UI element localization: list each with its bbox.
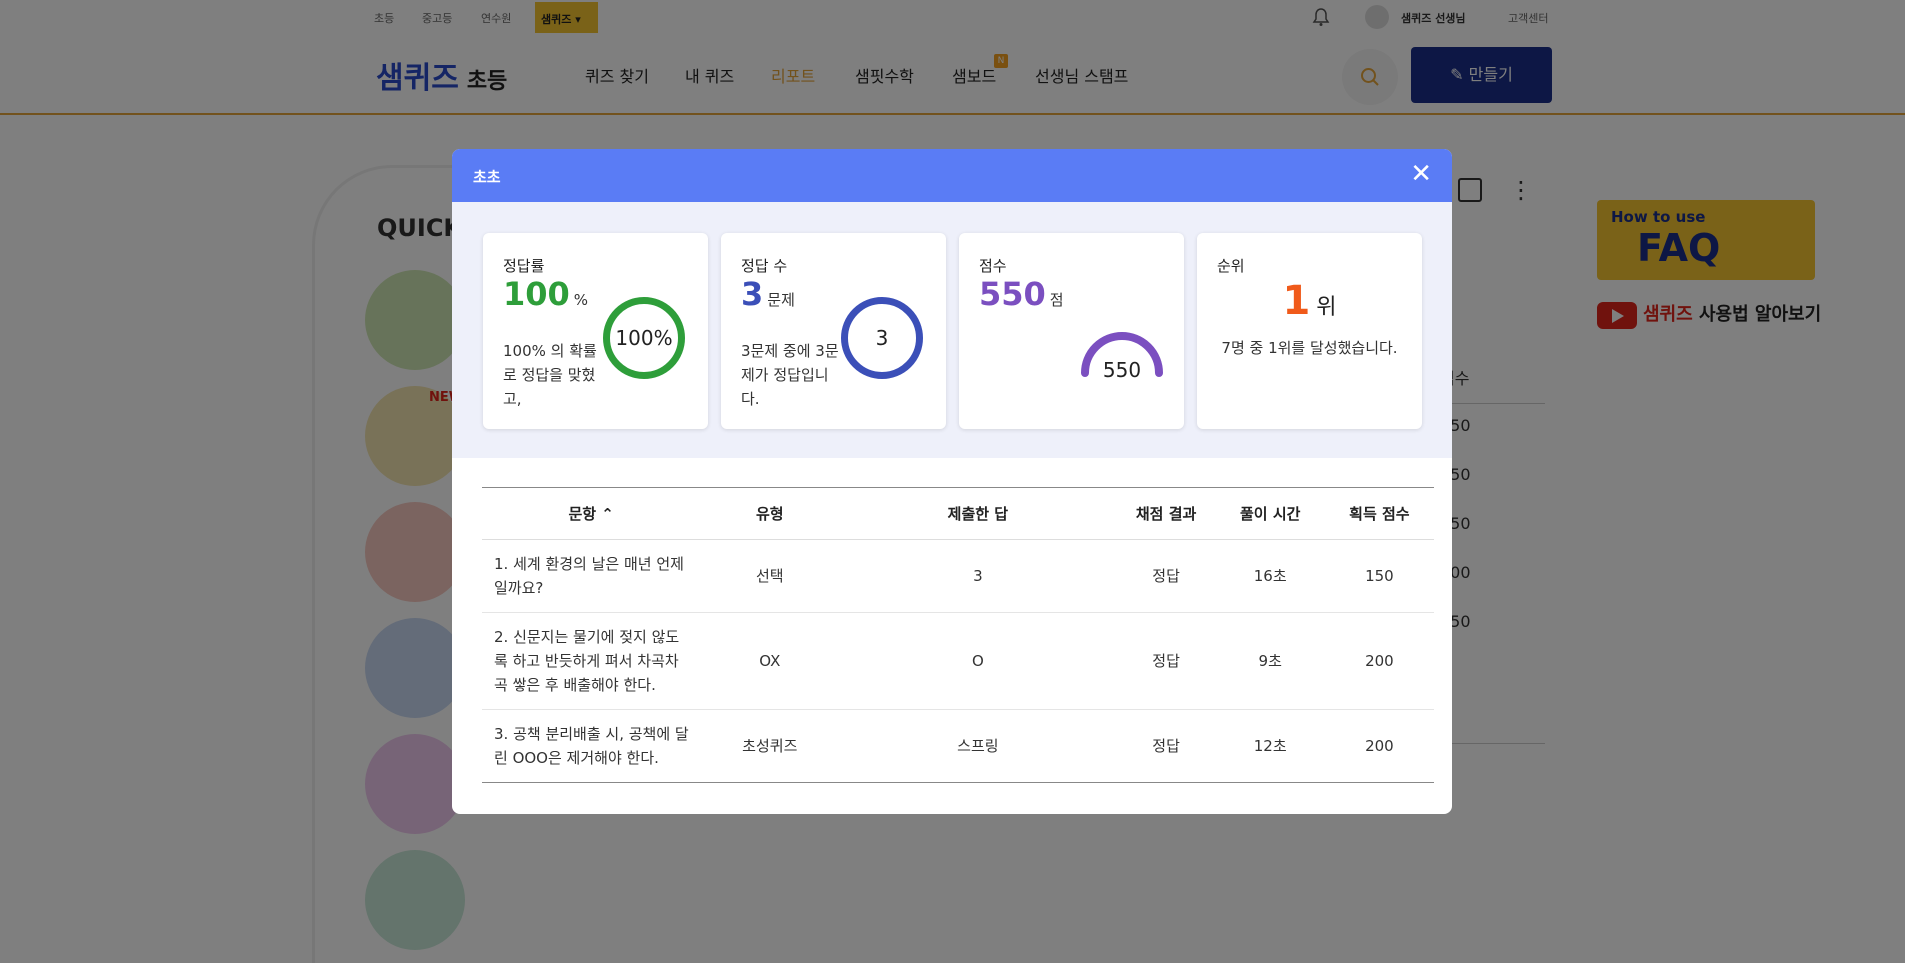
table-row[interactable]: 3. 공책 분리배출 시, 공책에 달린 OOO은 제거해야 한다. 초성퀴즈 … bbox=[482, 709, 1434, 783]
solve-time: 9초 bbox=[1215, 612, 1325, 710]
score-value: 550 점 bbox=[979, 275, 1064, 313]
rank-card: 순위 1위 7명 중 1위를 달성했습니다. bbox=[1197, 233, 1422, 429]
table-row[interactable]: 1. 세계 환경의 날은 매년 언제일까요? 선택 3 정답 16초 150 bbox=[482, 539, 1434, 613]
submitted-answer: 스프링 bbox=[839, 709, 1117, 783]
close-icon[interactable]: ✕ bbox=[1410, 161, 1432, 187]
correct-desc: 3문제 중에 3문제가 정답입니다. bbox=[741, 342, 839, 408]
modal-header: 초초 ✕ bbox=[452, 149, 1452, 202]
rank-value: 1위 bbox=[1282, 278, 1337, 324]
score-label: 점수 bbox=[979, 257, 1007, 275]
rank-desc: 7명 중 1위를 달성했습니다. bbox=[1221, 339, 1398, 357]
question-table: 문항 ⌃ 유형 제출한 답 채점 결과 풀이 시간 획득 점수 1. 세계 환경… bbox=[482, 487, 1434, 783]
table-row[interactable]: 2. 신문지는 물기에 젖지 않도록 하고 반듯하게 펴서 차곡차곡 쌓은 후 … bbox=[482, 612, 1434, 710]
grading-result: 정답 bbox=[1116, 612, 1216, 710]
solve-time: 16초 bbox=[1215, 539, 1325, 613]
grading-result: 정답 bbox=[1116, 709, 1216, 783]
solve-time: 12초 bbox=[1215, 709, 1325, 783]
earned-points: 200 bbox=[1324, 612, 1434, 710]
table-header-row: 문항 ⌃ 유형 제출한 답 채점 결과 풀이 시간 획득 점수 bbox=[482, 487, 1434, 540]
rank-label: 순위 bbox=[1217, 257, 1245, 275]
col-time: 풀이 시간 bbox=[1215, 487, 1325, 540]
question-text: 2. 신문지는 물기에 젖지 않도록 하고 반듯하게 펴서 차곡차곡 쌓은 후 … bbox=[482, 612, 701, 710]
question-text: 3. 공책 분리배출 시, 공책에 달린 OOO은 제거해야 한다. bbox=[482, 709, 701, 783]
question-type: 초성퀴즈 bbox=[700, 709, 840, 783]
correct-label: 정답 수 bbox=[741, 257, 788, 275]
score-card: 점수 550 점 550 bbox=[959, 233, 1184, 429]
earned-points: 200 bbox=[1324, 709, 1434, 783]
correct-card: 정답 수 3 문제 3문제 중에 3문제가 정답입니다. 3 bbox=[721, 233, 946, 429]
score-gauge-value: 550 bbox=[1103, 358, 1141, 382]
accuracy-value: 100% bbox=[503, 275, 589, 313]
earned-points: 150 bbox=[1324, 539, 1434, 613]
accuracy-desc: 100% 의 확률로 정답을 맞혔고, bbox=[503, 342, 597, 408]
stat-cards: 정답률 100% 100% 의 확률로 정답을 맞혔고, 100% 정답 수 3… bbox=[452, 202, 1452, 458]
correct-ring: 3 bbox=[841, 297, 923, 379]
grading-result: 정답 bbox=[1116, 539, 1216, 613]
submitted-answer: O bbox=[839, 612, 1117, 710]
result-modal: 초초 ✕ 정답률 100% 100% 의 확률로 정답을 맞혔고, 100% 정… bbox=[452, 149, 1452, 814]
score-gauge: 550 bbox=[1077, 323, 1167, 383]
question-text: 1. 세계 환경의 날은 매년 언제일까요? bbox=[482, 539, 701, 613]
col-points: 획득 점수 bbox=[1324, 487, 1434, 540]
col-question[interactable]: 문항 ⌃ bbox=[482, 487, 701, 540]
accuracy-card: 정답률 100% 100% 의 확률로 정답을 맞혔고, 100% bbox=[483, 233, 708, 429]
correct-value: 3 문제 bbox=[741, 275, 795, 313]
col-answer: 제출한 답 bbox=[839, 487, 1117, 540]
question-type: 선택 bbox=[700, 539, 840, 613]
submitted-answer: 3 bbox=[839, 539, 1117, 613]
question-type: OX bbox=[700, 612, 840, 710]
modal-title: 초초 bbox=[473, 168, 501, 186]
col-type: 유형 bbox=[700, 487, 840, 540]
col-result: 채점 결과 bbox=[1116, 487, 1216, 540]
accuracy-ring: 100% bbox=[603, 297, 685, 379]
accuracy-label: 정답률 bbox=[503, 257, 545, 275]
